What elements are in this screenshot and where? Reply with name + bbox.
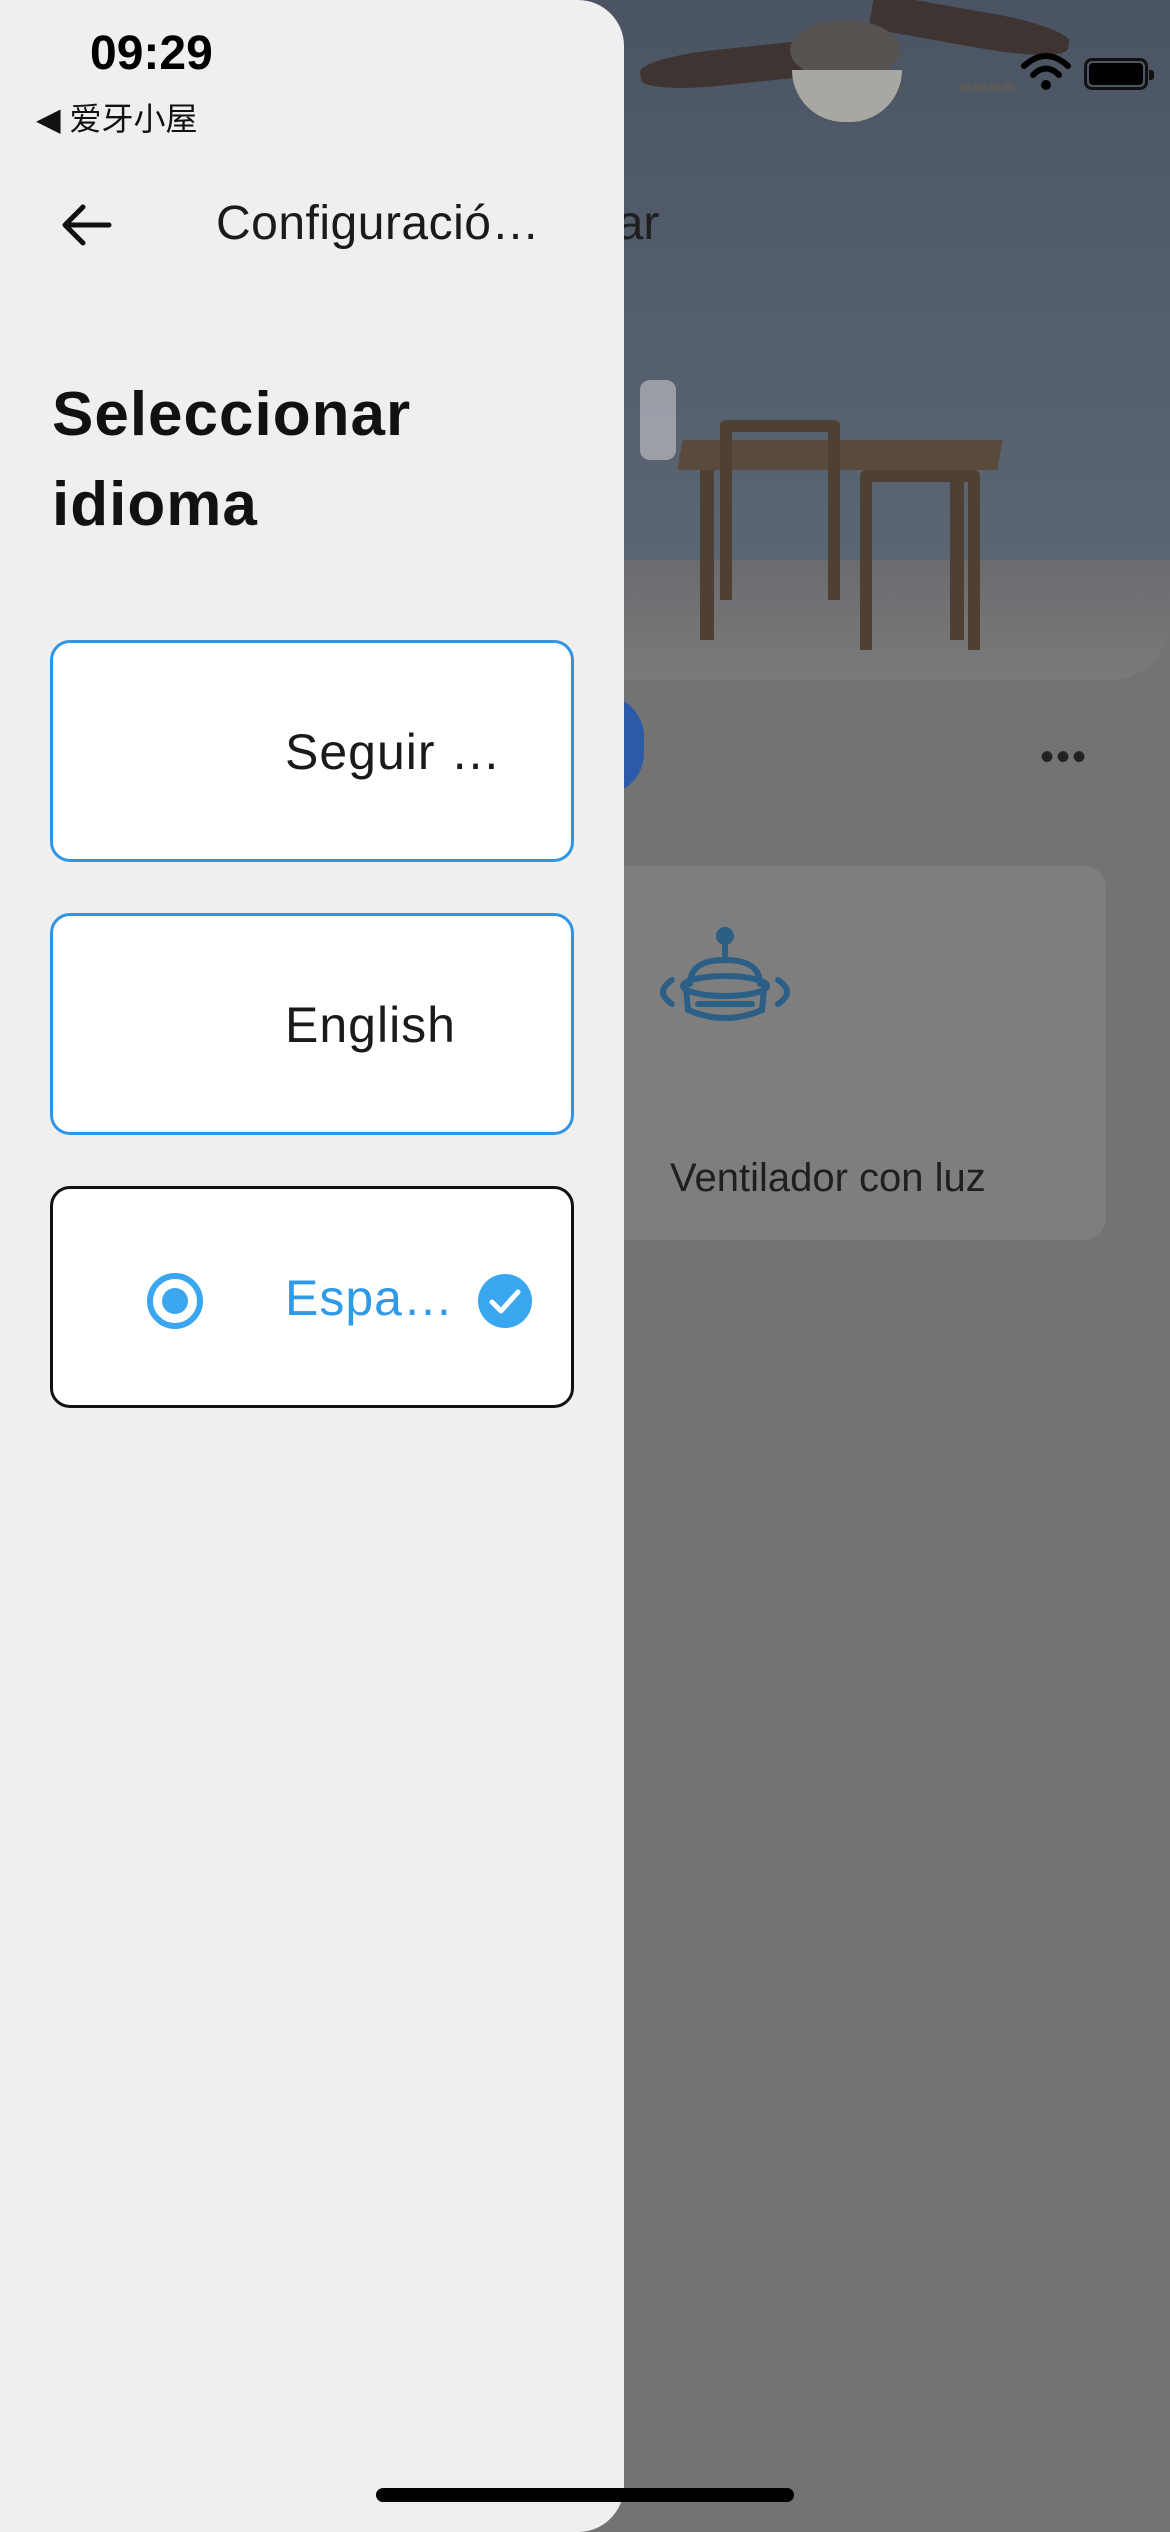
arrow-left-icon: [62, 204, 112, 246]
language-option-label: Seguir i…: [285, 724, 505, 780]
language-drawer: Configuració… Seleccionar idioma Seguir …: [0, 0, 624, 2532]
more-options-icon: •••: [1040, 735, 1089, 779]
vase-photo: [640, 380, 676, 460]
ceiling-fan-icon: [660, 927, 790, 1021]
cellular-signal-icon: [960, 78, 1020, 91]
language-option-english[interactable]: English: [50, 913, 574, 1135]
device-card-label: Ventilador con luz: [670, 1156, 986, 1200]
radio-selected-icon: [147, 1273, 203, 1329]
home-indicator[interactable]: [376, 2488, 794, 2502]
status-icons: [960, 52, 1154, 96]
language-option-label: English: [285, 997, 456, 1053]
chair-photo: [860, 470, 980, 650]
back-button[interactable]: [50, 190, 120, 260]
chair-photo: [720, 420, 840, 600]
device-card: Ventilador con luz: [560, 866, 1106, 1240]
status-back-to-app[interactable]: ◀ 爱牙小屋: [36, 94, 198, 140]
language-option-spanish[interactable]: Españ…: [50, 1186, 574, 1408]
checkmark-circle-icon: [478, 1274, 532, 1328]
ceiling-fan-photo: [638, 0, 1072, 130]
drawer-title: Configuració…: [216, 197, 540, 250]
wifi-icon: [1021, 53, 1071, 90]
status-time: 09:29: [90, 27, 213, 80]
language-option-label: Españ…: [285, 1270, 475, 1326]
page-heading: Seleccionar idioma: [52, 380, 412, 539]
battery-icon: [1084, 58, 1154, 90]
language-option-follow-system[interactable]: Seguir i…: [50, 640, 574, 862]
